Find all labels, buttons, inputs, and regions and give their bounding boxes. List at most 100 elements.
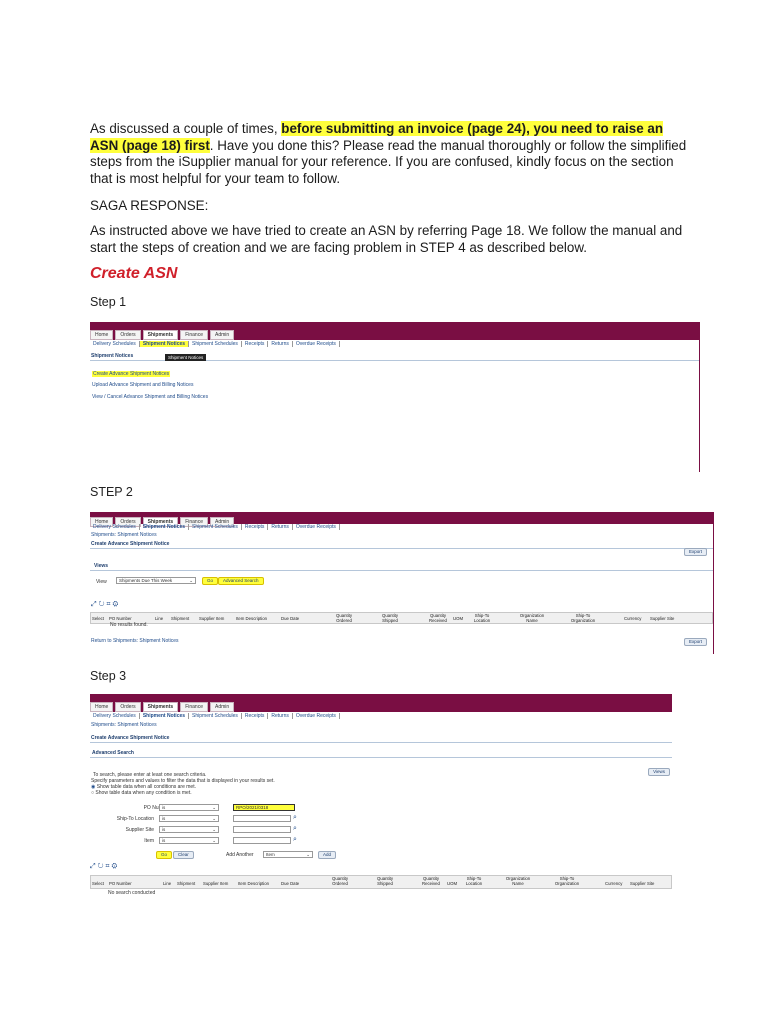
item-operator[interactable]: is ⌄ (159, 837, 219, 844)
step-2-label: STEP 2 (90, 485, 133, 499)
radio-unselected-icon: ○ (91, 790, 95, 796)
chevron-down-icon: ⌄ (306, 852, 310, 857)
supplier-site-input[interactable] (233, 826, 291, 833)
subnav-returns[interactable]: Returns (268, 713, 293, 719)
refresh-icon[interactable]: ↻ (98, 863, 106, 870)
link-upload-asbn[interactable]: Upload Advance Shipment and Billing Noti… (92, 382, 193, 388)
tab-home[interactable]: Home (90, 330, 114, 340)
subnav-delivery-schedules[interactable]: Delivery Schedules (90, 713, 140, 719)
col-currency: Currency (624, 616, 642, 621)
add-another-select[interactable]: Item ⌄ (263, 851, 313, 858)
field-label-supplier-site: Supplier Site (125, 827, 154, 833)
subnav-shipment-schedules[interactable]: Shipment Schedules (189, 713, 242, 719)
col-qty-shipped: Quantity Shipped (376, 876, 393, 886)
intro-paragraph: As discussed a couple of times, before s… (90, 121, 690, 187)
subnav-shipment-schedules[interactable]: Shipment Schedules (189, 524, 242, 530)
tab-shipments[interactable]: Shipments (142, 330, 179, 340)
expand-icon[interactable]: ⤢ (90, 863, 98, 870)
magnifier-icon[interactable]: ⌕ (293, 836, 297, 844)
ship-to-location-operator[interactable]: is ⌄ (159, 815, 219, 822)
subnav-shipment-notices[interactable]: Shipment Notices (139, 341, 190, 347)
po-number-operator[interactable]: is ⌄ (159, 804, 219, 811)
view-select[interactable]: Shipments Due This Week ⌄ (116, 577, 196, 584)
page-title: Create Advance Shipment Notice (91, 735, 170, 741)
subnav-overdue-receipts[interactable]: Overdue Receipts (293, 713, 340, 719)
subnav-overdue-receipts[interactable]: Overdue Receipts (293, 524, 340, 530)
col-ship-to-location: Ship-To Location (465, 876, 483, 886)
col-uom: UOM (447, 881, 458, 886)
views-button[interactable]: Views (648, 768, 670, 776)
settings-icon[interactable]: ⚙ (111, 863, 119, 870)
return-link[interactable]: Return to Shipments: Shipment Notices (91, 638, 179, 644)
col-line: Line (155, 616, 164, 621)
col-supplier-item: Supplier Item (199, 616, 225, 621)
po-number-input[interactable]: RPO/2021/0318 (233, 804, 295, 811)
views-title: Views (94, 563, 109, 569)
subnav-receipts[interactable]: Receipts (242, 341, 269, 347)
breadcrumb[interactable]: Shipments: Shipment Notices (91, 722, 157, 728)
subnav-delivery-schedules[interactable]: Delivery Schedules (90, 341, 140, 347)
subnav-delivery-schedules[interactable]: Delivery Schedules (90, 524, 140, 530)
page-title: Create Advance Shipment Notice (91, 541, 170, 547)
subnav-shipment-schedules[interactable]: Shipment Schedules (189, 341, 242, 347)
supplier-site-operator[interactable]: is ⌄ (159, 826, 219, 833)
tab-finance[interactable]: Finance (180, 330, 208, 340)
subnav-shipment-notices[interactable]: Shipment Notices (140, 524, 190, 530)
ship-to-location-input[interactable] (233, 815, 291, 822)
subnav-returns[interactable]: Returns (268, 524, 293, 530)
breadcrumb[interactable]: Shipments: Shipment Notices (91, 532, 157, 538)
col-ship-to-org: Ship-To Organization (570, 613, 596, 623)
step-2-screenshot: Home Orders Shipments Finance Admin Deli… (90, 512, 714, 654)
sub-nav: Delivery Schedules Shipment Notices Ship… (90, 524, 340, 530)
field-label-item: Item (144, 838, 154, 844)
step-3-label: Step 3 (90, 669, 127, 683)
view-select-value: Shipments Due This Week (119, 578, 173, 583)
col-qty-received: Quantity Received (422, 876, 440, 886)
export-button[interactable]: Export (683, 548, 707, 556)
col-shipment: Shipment (177, 881, 196, 886)
subnav-receipts[interactable]: Receipts (242, 713, 269, 719)
item-input[interactable] (233, 837, 291, 844)
expand-icon[interactable]: ⤢ (91, 601, 99, 608)
col-select: Select (92, 616, 104, 621)
tab-admin[interactable]: Admin (209, 702, 235, 712)
intro-text-pre: As discussed a couple of times, (90, 121, 282, 136)
refresh-icon[interactable]: ↻ (99, 601, 107, 608)
add-button[interactable]: Add (318, 851, 337, 859)
subnav-receipts[interactable]: Receipts (242, 524, 269, 530)
advanced-search-button[interactable]: Advanced Search (218, 577, 264, 585)
tab-home[interactable]: Home (90, 702, 114, 712)
export-button-bottom[interactable]: Export (683, 638, 707, 646)
col-shipment: Shipment (171, 616, 190, 621)
no-search-text: No search conducted (108, 890, 156, 896)
go-button[interactable]: Go (202, 577, 219, 585)
tab-orders[interactable]: Orders (115, 702, 141, 712)
magnifier-icon[interactable]: ⌕ (293, 814, 297, 822)
main-tabs: Home Orders Shipments Finance Admin (90, 702, 236, 712)
subnav-shipment-notices[interactable]: Shipment Notices (140, 713, 190, 719)
col-currency: Currency (605, 881, 623, 886)
link-view-cancel-asbn[interactable]: View / Cancel Advance Shipment and Billi… (92, 394, 208, 400)
tab-shipments[interactable]: Shipments (142, 702, 179, 712)
tab-admin[interactable]: Admin (209, 330, 235, 340)
clear-button[interactable]: Clear (173, 851, 194, 859)
magnifier-icon[interactable]: ⌕ (293, 825, 297, 833)
subnav-returns[interactable]: Returns (268, 341, 293, 347)
subnav-overdue-receipts[interactable]: Overdue Receipts (293, 341, 340, 347)
col-ship-to-org: Ship-To Organization (554, 876, 580, 886)
tab-finance[interactable]: Finance (180, 702, 208, 712)
no-results-text: No results found. (110, 622, 148, 628)
settings-icon[interactable]: ⚙ (112, 601, 120, 608)
title-rule (90, 548, 713, 549)
go-button[interactable]: Go (156, 851, 173, 859)
advanced-search-title: Advanced Search (92, 750, 134, 756)
item-operator-value: is (162, 838, 166, 843)
chevron-down-icon: ⌄ (212, 805, 216, 810)
tooltip: Shipment Notices (165, 354, 207, 361)
radio-any-condition[interactable]: ○ Show table data when any condition is … (91, 790, 192, 796)
col-item-description: Item Description (238, 881, 270, 886)
shipment-notices-heading: Shipment Notices (91, 353, 134, 359)
tab-orders[interactable]: Orders (115, 330, 141, 340)
link-create-asn[interactable]: Create Advance Shipment Notices (92, 371, 171, 377)
po-number-operator-value: is (162, 805, 166, 810)
